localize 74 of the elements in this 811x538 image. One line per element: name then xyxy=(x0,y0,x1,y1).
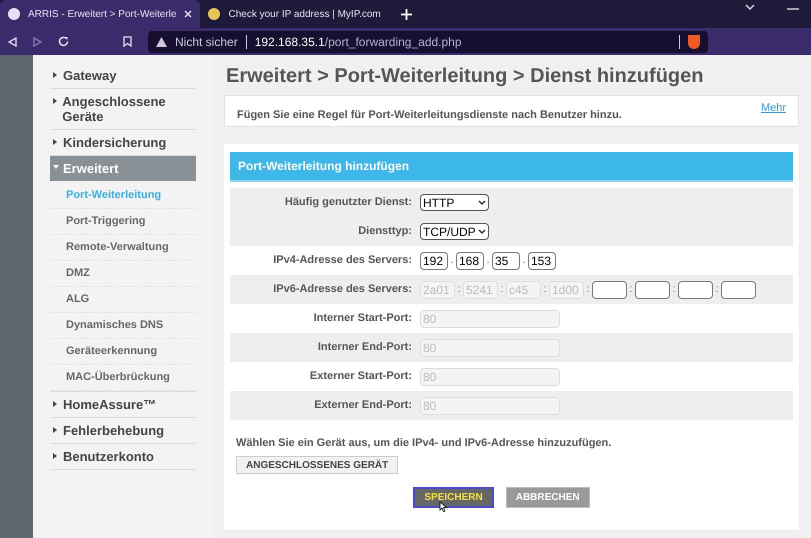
field-label: IPv4-Adresse des Servers: xyxy=(272,253,413,268)
sidebar-subitem[interactable]: MAC-Überbrückung xyxy=(50,365,196,391)
caret-right-icon xyxy=(53,98,57,104)
address-field[interactable] xyxy=(592,280,627,298)
caret-right-icon xyxy=(53,453,57,459)
address-field[interactable]: 192 xyxy=(420,252,448,270)
url-text: 192.168.35.1/port_forwarding_add.php xyxy=(254,34,462,50)
bookmark-icon[interactable] xyxy=(123,36,132,47)
caret-right-icon xyxy=(53,139,57,145)
sidebar-subitem[interactable]: Dynamisches DNS xyxy=(50,313,196,339)
separator: : xyxy=(456,282,462,298)
minimize-icon[interactable] xyxy=(787,8,799,10)
close-icon[interactable] xyxy=(184,10,192,18)
sidebar-subitem[interactable]: DMZ xyxy=(50,261,196,287)
address-field[interactable]: 35 xyxy=(492,252,520,270)
sidebar-item[interactable]: Gateway xyxy=(50,63,196,89)
sidebar-item[interactable]: Fehlerbehebung xyxy=(50,418,196,444)
caret-right-icon xyxy=(53,427,57,433)
caret-down-icon xyxy=(53,165,59,169)
caret-right-icon xyxy=(53,401,57,407)
shield-icon[interactable] xyxy=(688,34,700,48)
separator: : xyxy=(714,282,720,298)
sidebar-item[interactable]: Erweitert xyxy=(50,156,196,181)
field-label: Externer Start-Port: xyxy=(308,369,413,384)
address-field[interactable]: 168 xyxy=(456,252,484,270)
chevron-down-icon[interactable] xyxy=(745,4,755,10)
sidebar-subitem[interactable]: Remote-Verwaltung xyxy=(50,235,196,261)
sidebar-item[interactable]: Benutzerkonto xyxy=(50,444,196,470)
separator: : xyxy=(671,282,677,298)
field-label: Interner Start-Port: xyxy=(312,311,413,326)
sidebar-item[interactable]: HomeAssure™ xyxy=(50,392,196,418)
address-bar[interactable]: Nicht sicher 192.168.35.1/port_forwarding_add.php xyxy=(148,30,708,52)
warning-icon xyxy=(156,36,167,46)
security-label: Nicht sicher xyxy=(175,34,238,50)
page-heading: Erweitert > Port-Weiterleitung > Dienst hinzufügen xyxy=(225,64,704,89)
device-button[interactable]: ANGESCHLOSSENES GERÄT xyxy=(236,456,398,474)
field-label: Diensttyp: xyxy=(357,224,413,240)
field-label: IPv6-Adresse des Servers: xyxy=(272,282,413,298)
sidebar-subitem[interactable]: ALG xyxy=(50,287,196,313)
separator: . xyxy=(485,253,491,268)
new-tab-icon[interactable] xyxy=(400,8,412,20)
sidebar-subitem[interactable]: Geräteerkennung xyxy=(50,339,196,365)
separator: . xyxy=(521,253,527,268)
sidebar-item[interactable]: Angeschlossene Geräte xyxy=(50,89,196,130)
info-text: Fügen Sie eine Regel für Port-Weiterleitungsdienste nach Benutzer hinzu. xyxy=(237,108,622,123)
address-field[interactable] xyxy=(721,280,756,298)
site-icon xyxy=(208,8,220,20)
field-label: Interner End-Port: xyxy=(316,340,413,356)
separator: : xyxy=(585,282,591,298)
separator: . xyxy=(449,253,455,268)
dropdown[interactable]: TCP/UDP xyxy=(420,223,489,240)
address-field[interactable]: 153 xyxy=(528,252,556,270)
chevron-down-icon xyxy=(478,229,486,234)
caret-right-icon xyxy=(53,72,57,78)
browser-tab[interactable]: Check your IP address | MyIP.com xyxy=(200,0,389,28)
dropdown[interactable]: HTTP xyxy=(420,194,489,211)
separator: : xyxy=(499,282,505,298)
chevron-down-icon xyxy=(478,200,486,205)
sidebar-subitem[interactable]: Port-Triggering xyxy=(50,209,196,235)
forward-icon[interactable] xyxy=(33,36,42,46)
separator: : xyxy=(628,282,634,298)
form-header: Port-Weiterleitung hinzufügen xyxy=(230,152,793,182)
separator: : xyxy=(542,282,548,298)
device-hint: Wählen Sie ein Gerät aus, um die IPv4- und IPv6-Adresse hinzuzufügen. xyxy=(235,436,612,451)
browser-tab[interactable]: ARRIS - Erweitert > Port-Weiterle xyxy=(0,0,200,28)
cursor-icon xyxy=(439,500,448,512)
back-icon[interactable] xyxy=(8,36,17,46)
reload-icon[interactable] xyxy=(58,36,69,47)
field-label: Häufig genutzter Dienst: xyxy=(284,195,413,210)
form-button[interactable]: ABBRECHEN xyxy=(506,486,590,508)
field-label: Externer End-Port: xyxy=(313,398,413,414)
address-field[interactable] xyxy=(678,280,713,298)
address-field[interactable] xyxy=(635,280,670,298)
more-link[interactable]: Mehr xyxy=(760,100,786,116)
